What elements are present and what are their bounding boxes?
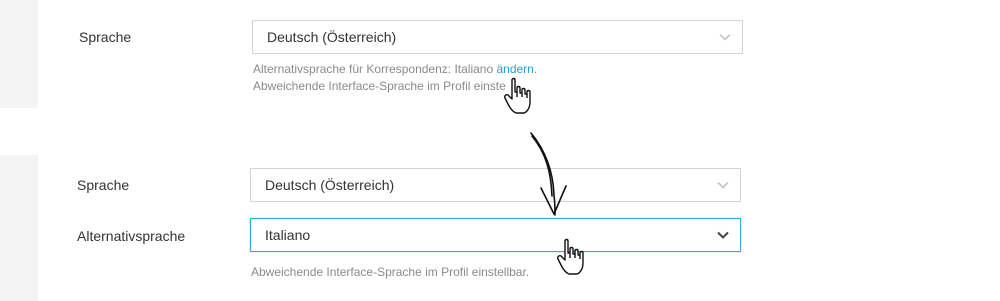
- alt-language-info: Alternativsprache für Korrespondenz: Ita…: [253, 61, 537, 77]
- chevron-down-icon: [717, 181, 729, 189]
- hand-pointer-icon: [504, 77, 531, 114]
- alt-language-info-suffix: .: [533, 62, 538, 76]
- change-alt-language-link[interactable]: ändern: [496, 62, 533, 76]
- alt-language-label: Alternativsprache: [77, 228, 186, 244]
- section-gutter-bottom: [0, 155, 38, 301]
- language-select-value: Deutsch (Österreich): [265, 177, 395, 193]
- interface-language-hint: Abweichende Interface-Sprache im Profil …: [251, 265, 530, 279]
- chevron-down-icon: [719, 33, 731, 41]
- language-label: Sprache: [79, 29, 132, 45]
- language-label: Sprache: [77, 177, 130, 193]
- language-select-value: Deutsch (Österreich): [267, 29, 397, 45]
- language-select[interactable]: Deutsch (Österreich): [250, 168, 741, 202]
- alt-language-select-value: Italiano: [265, 227, 311, 243]
- interface-language-hint: Abweichende Interface-Sprache im Profil …: [253, 79, 506, 93]
- alt-language-info-text: Alternativsprache für Korrespondenz: Ita…: [253, 62, 494, 76]
- section-gutter-top: [0, 0, 38, 108]
- chevron-down-icon: [717, 231, 729, 239]
- language-select[interactable]: Deutsch (Österreich): [252, 20, 743, 54]
- alt-language-select[interactable]: Italiano: [250, 218, 741, 252]
